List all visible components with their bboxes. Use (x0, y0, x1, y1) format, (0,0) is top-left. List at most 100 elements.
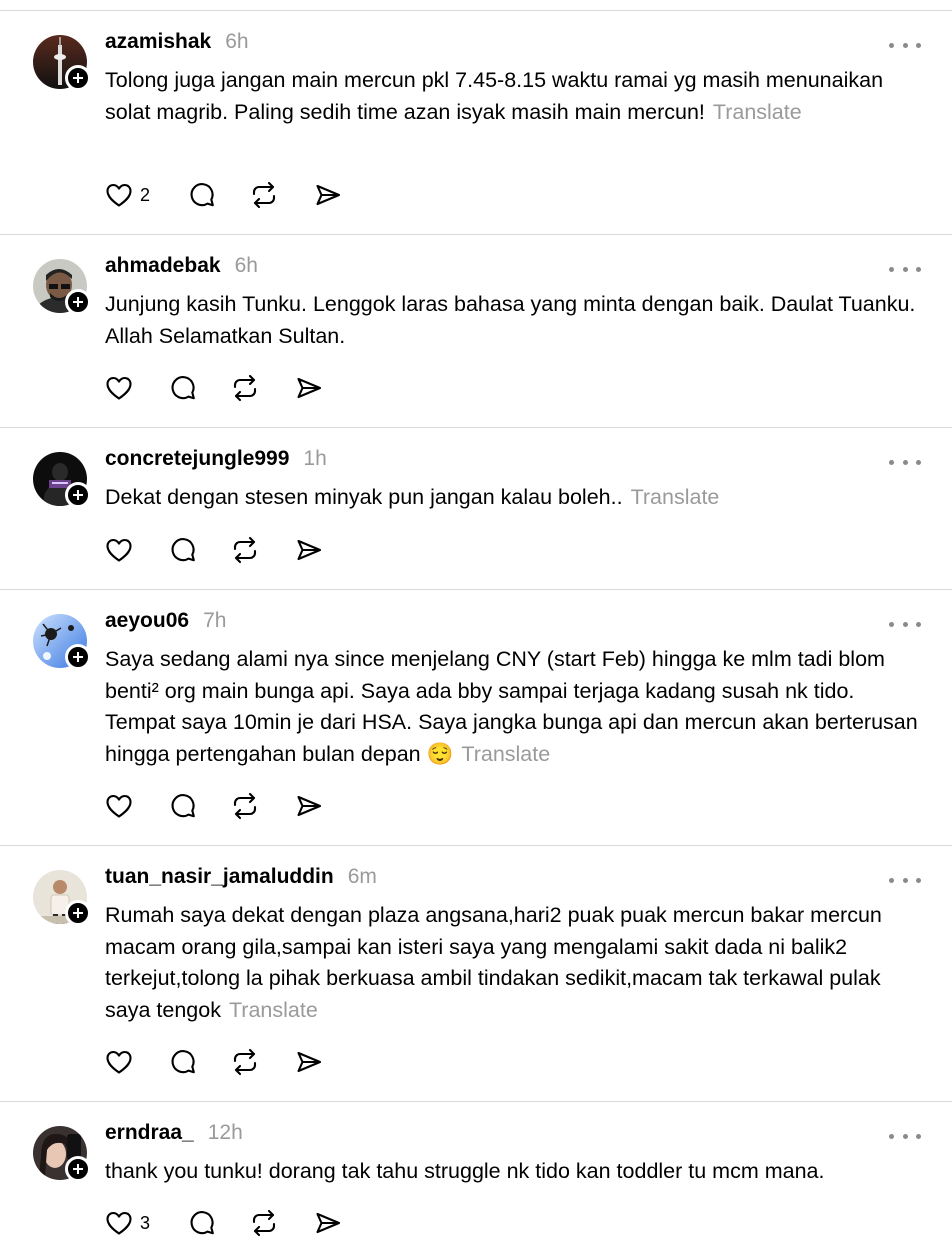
comment-button[interactable] (167, 791, 230, 821)
share-button[interactable] (313, 180, 343, 210)
follow-plus-icon[interactable] (65, 644, 91, 670)
post-text-container: thank you tunku! dorang tak tahu struggl… (105, 1156, 925, 1188)
repost-button[interactable] (230, 791, 294, 821)
username[interactable]: concretejungle999 (105, 447, 289, 471)
like-button[interactable]: 2 (104, 180, 186, 210)
heart-icon (104, 535, 134, 565)
post-text-container: Rumah saya dekat dengan plaza angsana,ha… (105, 900, 925, 1026)
like-button[interactable] (104, 373, 167, 403)
more-options-icon[interactable] (889, 1130, 921, 1142)
comment-button[interactable] (167, 535, 230, 565)
timestamp: 12h (207, 1121, 243, 1144)
post-text: thank you tunku! dorang tak tahu struggl… (105, 1159, 825, 1183)
repost-icon (230, 373, 260, 403)
repost-button[interactable] (230, 1047, 294, 1077)
more-options-icon[interactable] (889, 618, 921, 630)
translate-link[interactable]: Translate (713, 100, 802, 124)
heart-icon (104, 1047, 134, 1077)
username[interactable]: tuan_nasir_jamaluddin (105, 865, 334, 889)
action-bar: 3 (104, 1208, 343, 1238)
timestamp: 6h (225, 30, 249, 53)
timestamp: 6m (347, 865, 377, 888)
timestamp: 7h (203, 609, 227, 632)
post-divider (0, 845, 952, 846)
comment-button[interactable] (167, 373, 230, 403)
share-icon (313, 1208, 343, 1238)
like-count: 2 (140, 184, 151, 205)
username[interactable]: ahmadebak (105, 254, 221, 278)
post-divider (0, 234, 952, 235)
like-count: 3 (140, 1212, 151, 1233)
translate-link[interactable]: Translate (631, 485, 720, 509)
more-options-icon[interactable] (889, 456, 921, 468)
action-bar (104, 535, 324, 565)
repost-icon (230, 791, 260, 821)
share-button[interactable] (294, 1047, 324, 1077)
share-icon (294, 373, 324, 403)
share-button[interactable] (294, 791, 324, 821)
follow-plus-icon[interactable] (65, 482, 91, 508)
action-bar: 2 (104, 180, 343, 210)
like-button[interactable] (104, 791, 167, 821)
follow-plus-icon[interactable] (65, 1156, 91, 1182)
heart-icon (104, 791, 134, 821)
post-divider (0, 427, 952, 428)
username[interactable]: erndraa_ (105, 1121, 194, 1145)
comment-button[interactable] (186, 180, 249, 210)
repost-icon (249, 180, 279, 210)
post-text-container: Dekat dengan stesen minyak pun jangan ka… (105, 482, 925, 514)
timestamp: 6h (234, 254, 258, 277)
follow-plus-icon[interactable] (65, 65, 91, 91)
action-bar (104, 791, 324, 821)
post-text-container: Junjung kasih Tunku. Lenggok laras bahas… (105, 289, 925, 352)
username[interactable]: azamishak (105, 30, 211, 54)
comment-icon (186, 1208, 216, 1238)
share-button[interactable] (294, 373, 324, 403)
repost-button[interactable] (230, 535, 294, 565)
follow-plus-icon[interactable] (65, 289, 91, 315)
translate-link[interactable]: Translate (461, 742, 550, 766)
repost-button[interactable] (249, 180, 313, 210)
comment-icon (167, 373, 197, 403)
more-options-icon[interactable] (889, 874, 921, 886)
post-text: Junjung kasih Tunku. Lenggok laras bahas… (105, 292, 916, 348)
share-button[interactable] (294, 535, 324, 565)
heart-icon (104, 180, 134, 210)
more-options-icon[interactable] (889, 39, 921, 51)
comment-button[interactable] (186, 1208, 249, 1238)
action-bar (104, 373, 324, 403)
share-button[interactable] (313, 1208, 343, 1238)
comment-icon (186, 180, 216, 210)
post-text: Rumah saya dekat dengan plaza angsana,ha… (105, 903, 882, 1022)
repost-button[interactable] (230, 373, 294, 403)
username[interactable]: aeyou06 (105, 609, 189, 633)
comment-button[interactable] (167, 1047, 230, 1077)
share-icon (294, 1047, 324, 1077)
action-bar (104, 1047, 324, 1077)
post-text: Dekat dengan stesen minyak pun jangan ka… (105, 485, 623, 509)
comment-icon (167, 1047, 197, 1077)
post-text-container: Tolong juga jangan main mercun pkl 7.45-… (105, 65, 925, 128)
share-icon (313, 180, 343, 210)
repost-icon (230, 535, 260, 565)
comment-icon (167, 791, 197, 821)
post-divider (0, 589, 952, 590)
follow-plus-icon[interactable] (65, 900, 91, 926)
share-icon (294, 791, 324, 821)
repost-icon (230, 1047, 260, 1077)
post-text-container: Saya sedang alami nya since menjelang CN… (105, 644, 925, 770)
repost-button[interactable] (249, 1208, 313, 1238)
comment-icon (167, 535, 197, 565)
heart-icon (104, 1208, 134, 1238)
more-options-icon[interactable] (889, 263, 921, 275)
translate-link[interactable]: Translate (229, 998, 318, 1022)
like-button[interactable]: 3 (104, 1208, 186, 1238)
top-divider (0, 10, 952, 11)
timestamp: 1h (303, 447, 327, 470)
share-icon (294, 535, 324, 565)
post-divider (0, 1101, 952, 1102)
like-button[interactable] (104, 535, 167, 565)
like-button[interactable] (104, 1047, 167, 1077)
heart-icon (104, 373, 134, 403)
repost-icon (249, 1208, 279, 1238)
